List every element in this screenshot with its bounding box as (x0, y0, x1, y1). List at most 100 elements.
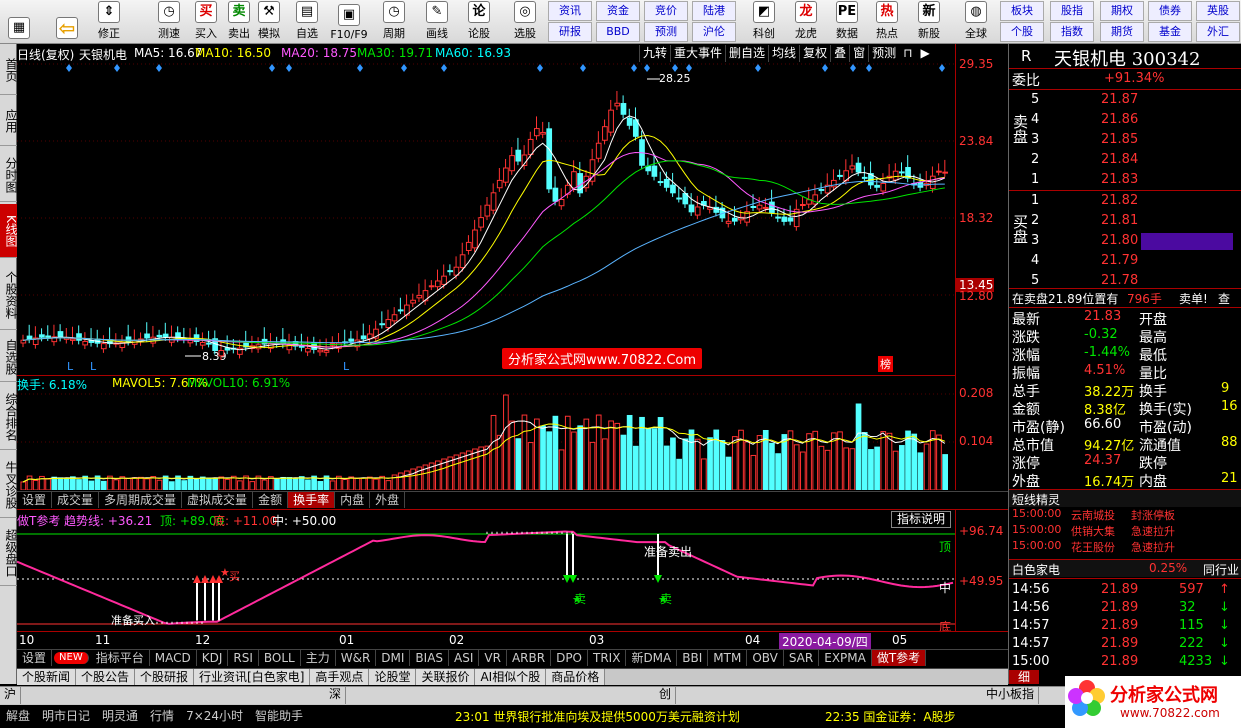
toolbar-grid-button[interactable]: 沪伦 (692, 22, 736, 42)
toolbar-grid-button[interactable]: 预测 (644, 22, 688, 42)
quick-tool-item[interactable]: 智能助手 (249, 706, 309, 726)
toolbar-grid-button[interactable]: 陆港 (692, 1, 736, 21)
toolbar-f10-button[interactable]: ▣ F10/F9 (327, 0, 371, 44)
left-nav-item[interactable]: K线图 (0, 204, 18, 258)
tab-item[interactable]: BIAS (410, 650, 450, 666)
ad-logo[interactable]: 分析家公式网 www.70822.com (1065, 676, 1241, 728)
tick-detail-button[interactable]: 细 (1009, 670, 1039, 684)
tab-item[interactable]: 金额 (253, 492, 289, 508)
news-item-1[interactable]: 23:01 世界银行批准向埃及提供5000万美元融资计划 (455, 708, 740, 725)
sh-index[interactable]: 沪 (0, 686, 22, 704)
quick-tool-item[interactable]: 行情 (144, 706, 180, 726)
left-nav-item[interactable]: 牛叉诊股 (0, 452, 18, 518)
left-nav-item[interactable]: 综合排名 (0, 384, 18, 450)
short-term-elf-header[interactable]: 短线精灵 (1009, 489, 1241, 507)
tab-item[interactable]: NEW (54, 652, 89, 664)
toolbar-grid-button[interactable]: 股指 (1050, 1, 1094, 21)
toolbar-new-stock-button[interactable]: 新新股 (912, 0, 946, 44)
toolbar-hammer-button[interactable]: ⚒ 模拟 (252, 0, 286, 44)
tab-item[interactable]: 内盘 (335, 492, 371, 508)
tab-item[interactable]: 论股堂 (369, 669, 417, 685)
tab-item[interactable]: MTM (708, 650, 748, 666)
tab-item[interactable]: SAR (784, 650, 820, 666)
tab-item[interactable]: BBI (677, 650, 709, 666)
toolbar-hot-button[interactable]: 热热点 (870, 0, 904, 44)
t-reference-panel[interactable]: 做T参考 趋势线: +36.21 顶: +89.00 底: +11.00 中: … (17, 509, 955, 634)
tab-item[interactable]: 设置 (17, 650, 53, 666)
tab-item[interactable]: RSI (228, 650, 259, 666)
left-nav-item[interactable]: 首页 (0, 45, 18, 95)
toolbar-grid-button[interactable]: 研报 (548, 22, 592, 42)
order-notice[interactable]: 在卖盘21.89位置有 796手 卖单! 查 (1009, 288, 1241, 306)
tab-item[interactable]: ASI (449, 650, 480, 666)
tab-item[interactable]: 虚拟成交量 (182, 492, 254, 508)
toolbar-grid-button[interactable]: 资金 (596, 1, 640, 21)
tab-item[interactable]: MACD (150, 650, 197, 666)
tab-item[interactable]: 换手率 (288, 492, 336, 508)
left-nav-item[interactable]: 超级盘口 (0, 520, 18, 586)
toolbar-grid-button[interactable]: 资讯 (548, 1, 592, 21)
toolbar-watchlist-button[interactable]: ▤ 自选 (290, 0, 324, 44)
left-nav-item[interactable]: 应用 (0, 96, 18, 146)
tab-item[interactable]: AI相似个股 (475, 669, 547, 685)
left-nav-item[interactable]: 个股资料 (0, 260, 18, 330)
tab-item[interactable]: 关联报价 (416, 669, 476, 685)
tab-item[interactable]: KDJ (197, 650, 229, 666)
quick-tool-item[interactable]: 明市日记 (36, 706, 96, 726)
tab-item[interactable]: TRIX (588, 650, 627, 666)
tab-item[interactable]: EXPMA (819, 650, 872, 666)
tab-item[interactable]: 外盘 (370, 492, 406, 508)
tab-item[interactable]: BOLL (259, 650, 301, 666)
toolbar-pe-button[interactable]: PE 数据 (830, 0, 864, 44)
tab-item[interactable]: 做T参考 (871, 650, 927, 666)
tab-item[interactable]: DMI (376, 650, 411, 666)
turnover-chart-panel[interactable]: 换手: 6.18% MAVOL5: 7.67% MAVOL10: 6.91% (17, 376, 955, 490)
cy-index[interactable]: 创 (655, 686, 677, 704)
toolbar-grid-button[interactable]: 债券 (1148, 1, 1192, 21)
news-item-2[interactable]: 22:35 国金证券：A股步 (825, 708, 956, 725)
toolbar-radar-button[interactable]: ◎ 选股 (508, 0, 542, 44)
toolbar-clock-button[interactable]: ◷ 测速 (152, 0, 186, 44)
tab-item[interactable]: VR (479, 650, 507, 666)
toolbar-kechuang-button[interactable]: ◩ 科创 (747, 0, 781, 44)
quick-tool-item[interactable]: 7×24小时 (180, 706, 249, 726)
toolbar-buy-button[interactable]: 买买入 (189, 0, 223, 44)
toolbar-grid-button[interactable]: ▦ (2, 0, 36, 44)
tab-item[interactable]: 高手观点 (310, 669, 370, 685)
tab-item[interactable]: 个股研报 (135, 669, 195, 685)
toolbar-back-arrow-button[interactable]: ⇦ (50, 0, 84, 44)
toolbar-grid-button[interactable]: 指数 (1050, 22, 1094, 42)
tab-item[interactable]: W&R (336, 650, 377, 666)
quick-tool-item[interactable]: 明灵通 (96, 706, 144, 726)
toolbar-dragon-button[interactable]: 龙龙虎 (789, 0, 823, 44)
left-nav-item[interactable]: 分时图 (0, 148, 18, 202)
toolbar-pencil-button[interactable]: ✎ 画线 (420, 0, 454, 44)
tab-item[interactable]: DPO (551, 650, 588, 666)
toolbar-globe-button[interactable]: ◍ 全球 (959, 0, 993, 44)
tab-item[interactable]: 行业资讯[白色家电] (194, 669, 311, 685)
toolbar-grid-button[interactable]: 板块 (1000, 1, 1044, 21)
sz-index[interactable]: 深 (325, 686, 347, 704)
tab-item[interactable]: ARBR (507, 650, 552, 666)
toolbar-grid-button[interactable]: 英股 (1196, 1, 1240, 21)
toolbar-grid-button[interactable]: 竞价 (644, 1, 688, 21)
toolbar-forum-button[interactable]: 论论股 (462, 0, 496, 44)
toolbar-grid-button[interactable]: 外汇 (1196, 22, 1240, 42)
tab-item[interactable]: 新DMA (626, 650, 678, 666)
tab-item[interactable]: OBV (747, 650, 784, 666)
left-nav-item[interactable]: 自选股 (0, 332, 18, 382)
toolbar-grid-button[interactable]: 基金 (1148, 22, 1192, 42)
toolbar-grid-button[interactable]: 期权 (1100, 1, 1144, 21)
quick-tool-item[interactable]: 解盘 (0, 706, 36, 726)
tab-item[interactable]: 成交量 (52, 492, 100, 508)
tab-item[interactable]: 主力 (301, 650, 336, 666)
industry-bar[interactable]: 白色家电 0.25% 同行业 (1009, 559, 1241, 577)
toolbar-grid-button[interactable]: 期货 (1100, 22, 1144, 42)
tab-item[interactable]: 设置 (17, 492, 53, 508)
tab-item[interactable]: 指标平台 (91, 650, 150, 666)
tab-item[interactable]: 多周期成交量 (99, 492, 183, 508)
toolbar-clock-button[interactable]: ◷ 周期 (377, 0, 411, 44)
toolbar-sell-button[interactable]: 卖卖出 (222, 0, 256, 44)
sme-index[interactable]: 中小板指 (982, 686, 1040, 704)
toolbar-up-down-arrow-button[interactable]: ⇕ 修正 (92, 0, 126, 44)
